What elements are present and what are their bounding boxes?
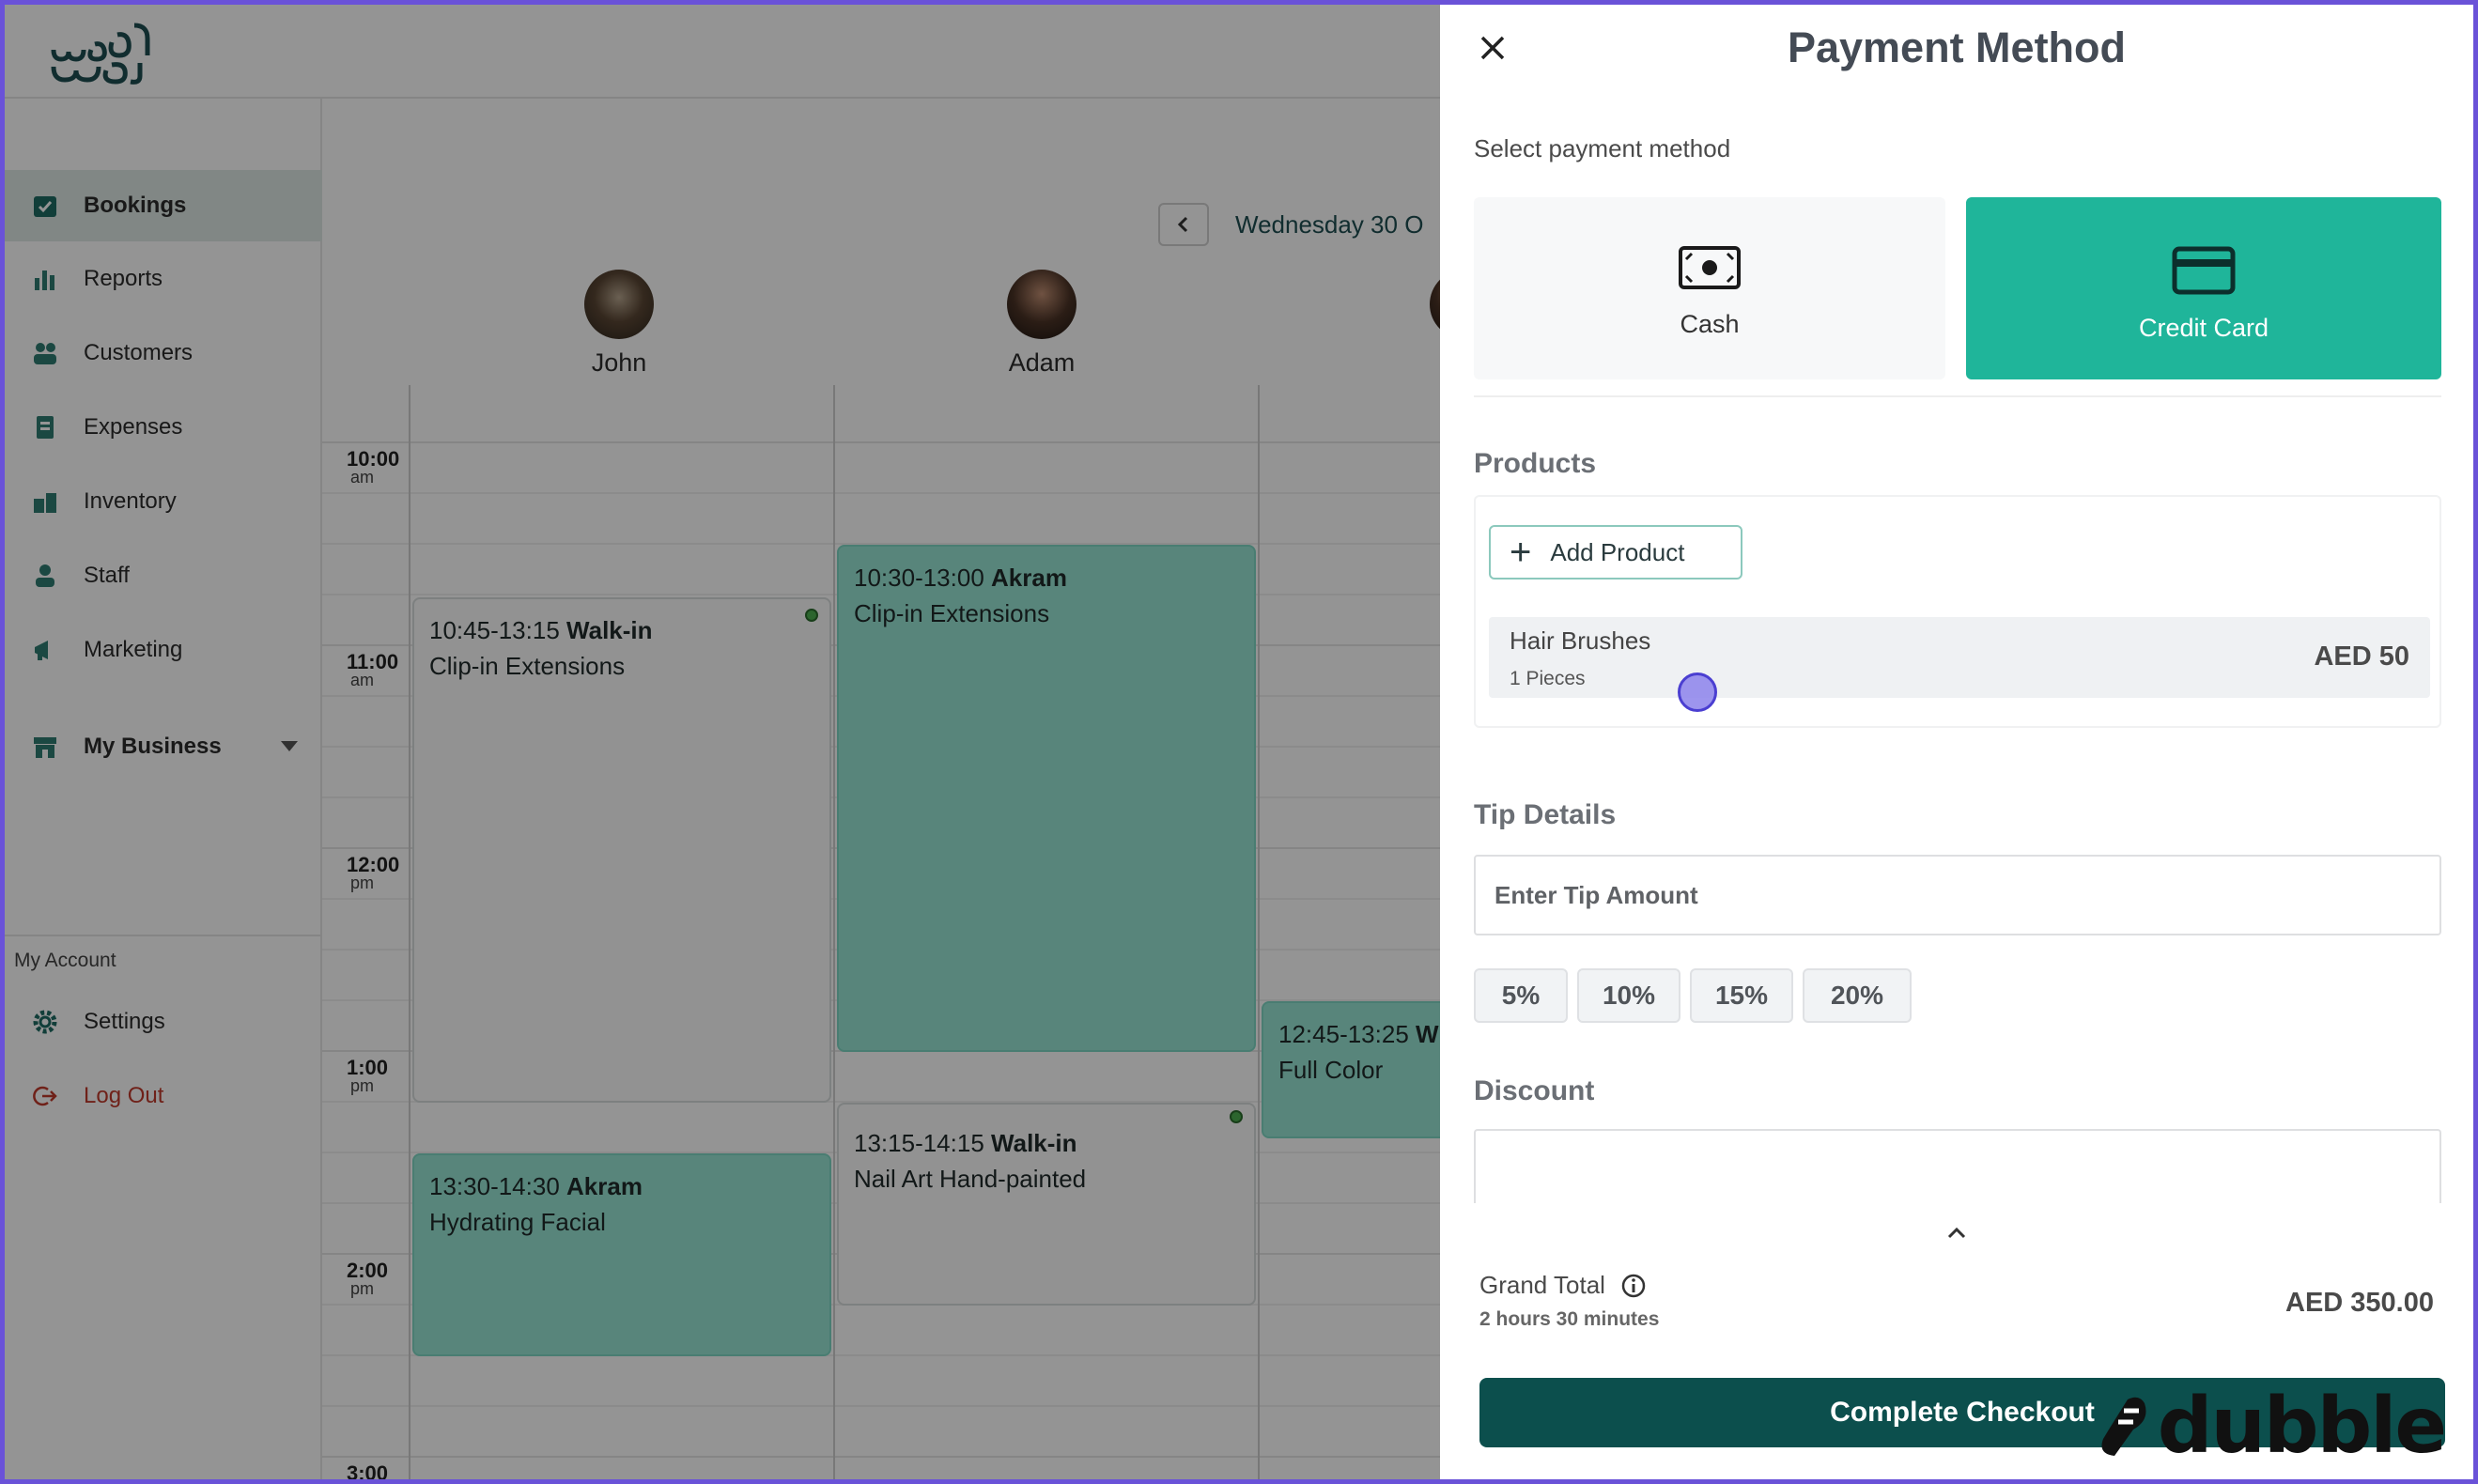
cash-icon — [1679, 246, 1741, 289]
tip-chip-10[interactable]: 10% — [1577, 968, 1680, 1023]
section-divider — [1474, 395, 2441, 397]
product-name: Hair Brushes — [1510, 626, 1651, 655]
product-price: AED 50 — [2314, 642, 2409, 672]
duration-text: 2 hours 30 minutes — [1479, 1308, 1660, 1330]
tip-chip-5[interactable]: 5% — [1474, 968, 1568, 1023]
payment-panel: Payment Method Select payment method Cas… — [1440, 5, 2473, 1479]
product-quantity: 1 Pieces — [1510, 668, 1586, 689]
product-row[interactable]: Hair Brushes 1 Pieces AED 50 — [1489, 617, 2430, 698]
mouse-cursor — [1678, 672, 1717, 712]
checkout-footer: Grand Total 2 hours 30 minutes AED 350.0… — [1440, 1203, 2473, 1479]
complete-checkout-button[interactable]: Complete Checkout — [1479, 1378, 2445, 1447]
app-frame: Bookings Reports Customers Expenses Inve… — [5, 5, 2473, 1479]
products-title: Products — [1474, 448, 1597, 479]
cash-label: Cash — [1680, 310, 1740, 338]
discount-input[interactable] — [1474, 1129, 2441, 1204]
modal-backdrop[interactable] — [5, 5, 1449, 1479]
credit-card-icon — [2172, 246, 2236, 295]
credit-card-option[interactable]: Credit Card — [1966, 197, 2441, 379]
select-method-label: Select payment method — [1474, 134, 1731, 162]
tip-chip-20[interactable]: 20% — [1803, 968, 1912, 1023]
products-box: + Add Product Hair Brushes 1 Pieces AED … — [1474, 495, 2441, 728]
plus-icon: + — [1510, 532, 1532, 573]
grand-total-amount: AED 350.00 — [2285, 1288, 2434, 1318]
credit-card-label: Credit Card — [2138, 314, 2269, 342]
grand-total-label: Grand Total — [1479, 1271, 1647, 1300]
add-product-label: Add Product — [1550, 537, 1685, 566]
tip-title: Tip Details — [1474, 799, 1617, 830]
add-product-button[interactable]: + Add Product — [1489, 525, 1742, 580]
cash-option[interactable]: Cash — [1474, 197, 1945, 379]
info-icon[interactable] — [1620, 1273, 1647, 1299]
chevron-up-icon[interactable] — [1945, 1222, 1968, 1244]
tip-chip-15[interactable]: 15% — [1690, 968, 1793, 1023]
discount-title: Discount — [1474, 1075, 1595, 1106]
panel-title: Payment Method — [1787, 23, 2127, 71]
tip-amount-input[interactable] — [1474, 855, 2441, 935]
